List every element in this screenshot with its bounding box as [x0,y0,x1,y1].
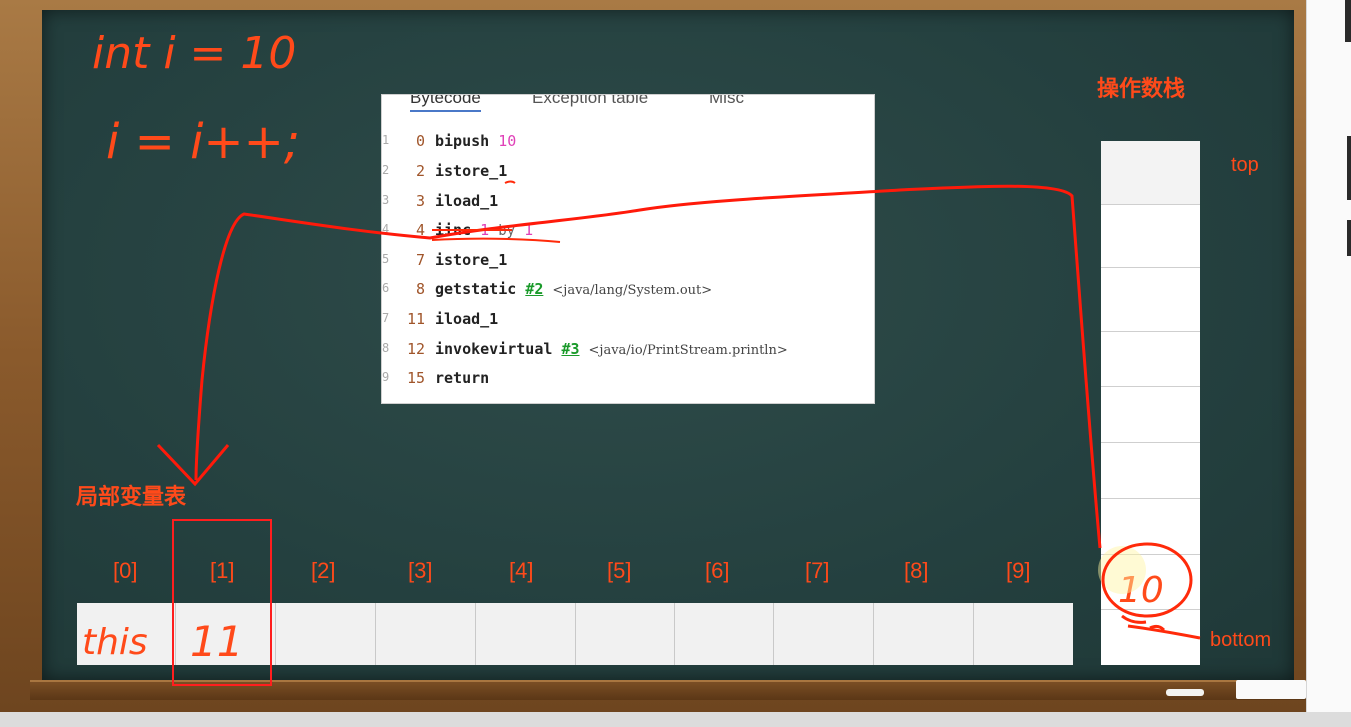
line-number: 5 [382,252,390,266]
lvt-index-label: [8] [904,558,929,583]
bytecode-tab-bar: Bytecode Exception table Misc [382,95,874,117]
bytecode-line: 1 0 bipush 10 [382,128,872,156]
bytecode-offset: 3 [415,192,425,210]
operand: 1 [524,221,534,239]
opcode: getstatic #2 <java/lang/System.out> [435,280,713,298]
tab-bytecode[interactable]: Bytecode [410,95,481,112]
line-number: 9 [382,370,390,384]
bytecode-offset: 7 [415,251,425,269]
opcode: iinc 1 by 1 [435,221,534,239]
bytecode-offset: 15 [406,369,425,387]
line-number: 3 [382,193,390,207]
constant-pool-link[interactable]: #3 [561,340,579,358]
stack-top-label: top [1231,154,1259,176]
lvt-slot [873,603,974,665]
lvt-slot [674,603,774,665]
operand: 10 [498,132,517,150]
lvt-index-label: [6] [705,558,730,583]
bytecode-offset: 0 [415,132,425,150]
opcode: iload_1 [435,310,499,328]
stack-bottom-label: bottom [1210,629,1272,651]
opcode: istore_1 [435,251,508,269]
opcode: return [435,369,490,387]
stack-slot [1101,555,1200,610]
line-number: 1 [382,133,390,147]
bytecode-line: 4 4 iinc 1 by 1 [382,217,872,245]
stack-slot [1101,443,1200,499]
constant-pool-link[interactable]: #2 [525,280,543,298]
chalk-stick [1166,689,1204,696]
lvt-index-label: [0] [113,558,138,583]
operand-stack [1101,141,1200,665]
lvt-slot [773,603,874,665]
bytecode-offset: 8 [415,280,425,298]
lvt-index-label: [7] [805,558,830,583]
bytecode-offset: 11 [406,310,425,328]
lvt-slot [375,603,476,665]
tab-misc[interactable]: Misc [709,95,744,108]
lvt-index-label: [4] [509,558,534,583]
lvt-index-label: [5] [607,558,632,583]
lvt-index-label: [3] [408,558,433,583]
lvt-slot [77,603,176,665]
lvt-slot-1-highlight [172,519,272,686]
stack-slot [1101,332,1200,387]
stack-slot [1101,268,1200,332]
line-number: 7 [382,311,390,325]
lvt-slot [275,603,376,665]
lvt-slot [575,603,675,665]
right-sidebar [1306,0,1351,712]
bytecode-offset: 2 [415,162,425,180]
lvt-slot [475,603,576,665]
sidebar-dark-panel [1347,136,1351,200]
bytecode-line: 3 3 iload_1 [382,188,872,216]
opcode: bipush 10 [435,132,517,150]
bytecode-offset: 4 [415,221,425,239]
lvt-index-label: [2] [311,558,336,583]
local-variable-table-title: 局部变量表 [76,484,187,509]
operand: 1 [480,221,490,239]
opcode: invokevirtual #3 <java/io/PrintStream.pr… [435,340,788,358]
opcode: istore_1 [435,162,508,180]
stack-slot [1101,499,1200,555]
bytecode-line: 8 12 invokevirtual #3 <java/io/PrintStre… [382,336,872,364]
line-number: 6 [382,281,390,295]
bytecode-line: 2 2 istore_1 [382,158,872,186]
tab-exception-table[interactable]: Exception table [532,95,648,108]
stack-slot [1101,387,1200,443]
bytecode-line: 9 15 return [382,365,872,393]
stack-slot [1101,610,1200,665]
opcode: iload_1 [435,192,499,210]
line-number: 2 [382,163,390,177]
bytecode-line: 7 11 iload_1 [382,306,872,334]
operand-stack-title: 操作数栈 [1097,76,1186,101]
bytecode-offset: 12 [406,340,425,358]
sidebar-dark-panel [1347,220,1351,256]
lvt-index-label: [9] [1006,558,1031,583]
bottom-strip [0,712,1351,727]
line-number: 4 [382,222,390,236]
bytecode-viewer: Bytecode Exception table Misc 1 0 bipush… [381,94,875,404]
stack-slot [1101,205,1200,268]
line-number: 8 [382,341,390,355]
reference-comment: <java/lang/System.out> [552,283,713,298]
lvt-slot [973,603,1073,665]
reference-comment: <java/io/PrintStream.println> [588,343,788,358]
bytecode-line: 5 7 istore_1 [382,247,872,275]
board-eraser [1236,680,1306,699]
sidebar-dark-panel [1345,0,1351,42]
bytecode-line: 6 8 getstatic #2 <java/lang/System.out> [382,276,872,304]
stack-slot [1101,141,1200,205]
keyword-by: by [498,223,516,239]
